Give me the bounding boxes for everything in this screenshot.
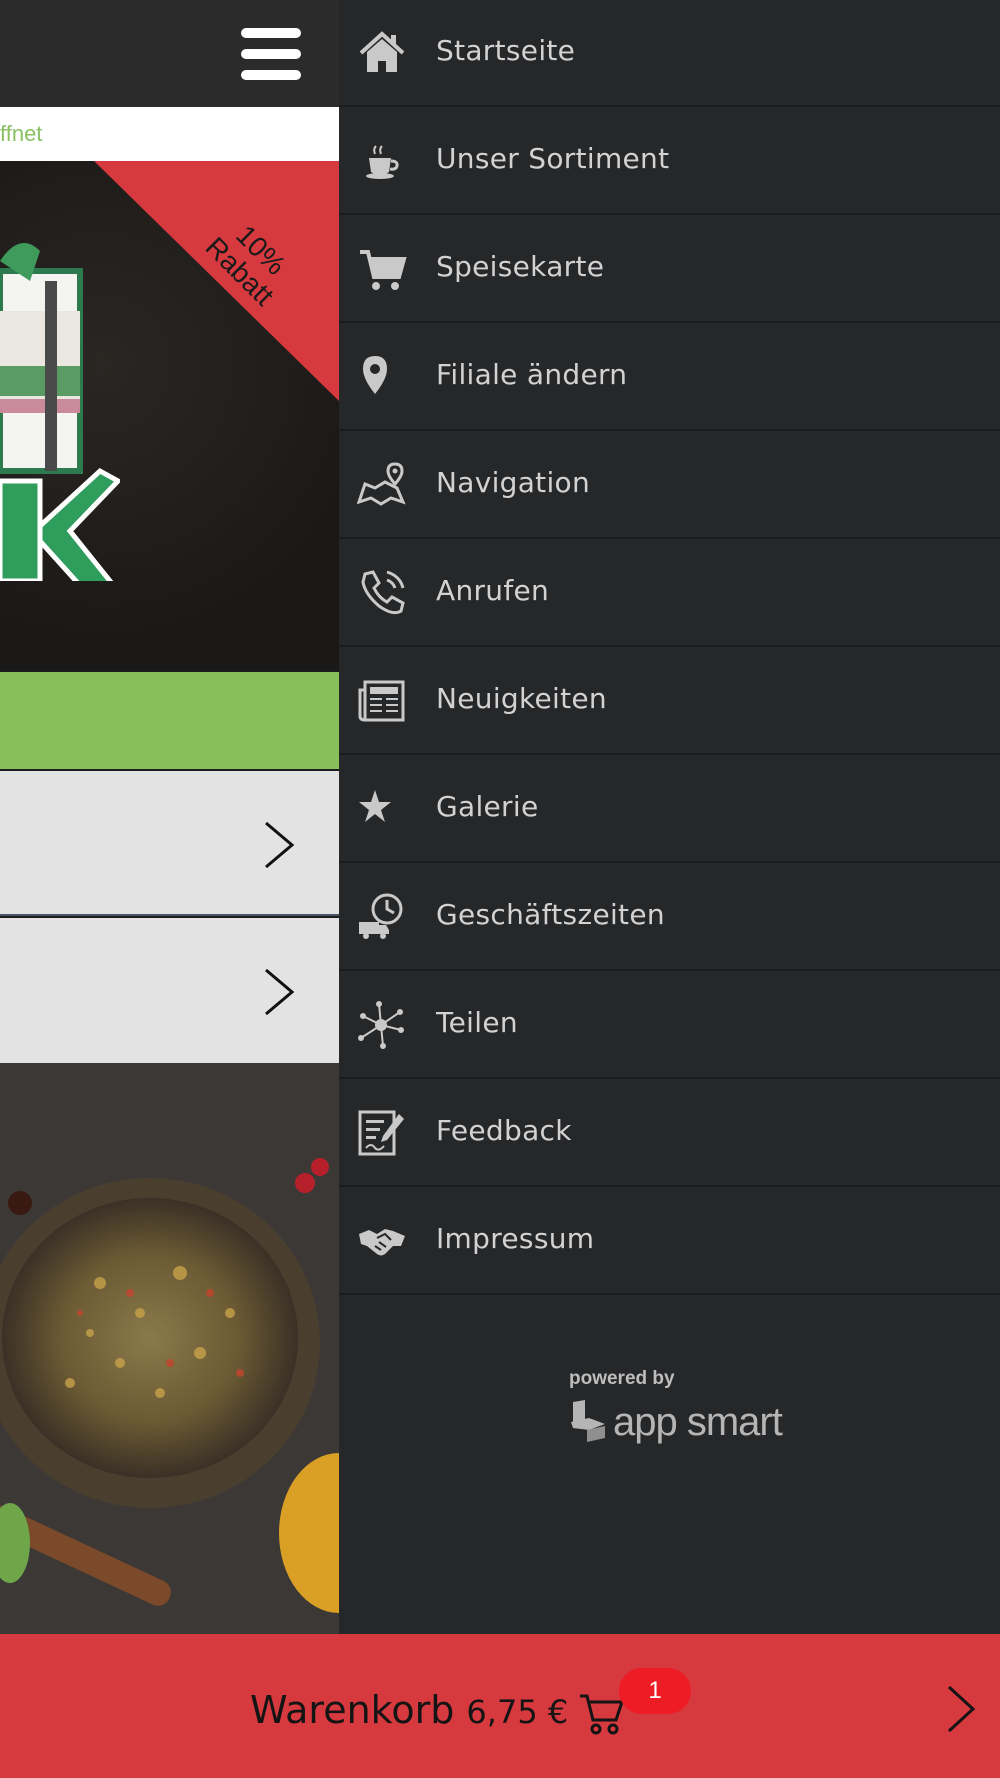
menu-item-label: Navigation [436,466,591,499]
green-action-bar[interactable] [0,672,339,769]
cart-icon [360,250,407,290]
menu-item-speisekarte[interactable]: Speisekarte [339,216,1000,323]
menu-item-geschaeftszeiten[interactable]: Geschäftszeiten [339,864,1000,971]
map-icon [357,462,406,506]
hamburger-line [241,49,301,59]
menu-item-label: Filiale ändern [436,358,628,391]
menu-item-label: Anrufen [436,574,550,607]
coffee-cup-icon [366,145,399,179]
feedback-icon [358,1110,404,1156]
menu-item-label: Geschäftszeiten [436,898,665,931]
list-item[interactable] [0,918,339,1063]
chevron-right-icon [265,821,295,869]
menu-item-navigation[interactable]: Navigation [339,432,1000,539]
menu-item-anrufen[interactable]: Anrufen [339,540,1000,647]
spices-photo [0,1063,339,1634]
menu-item-label: Speisekarte [436,250,605,283]
map-pin-icon [363,356,387,394]
menu-item-startseite[interactable]: Startseite [339,0,1000,107]
menu-item-label: Feedback [436,1114,572,1147]
store-banner: 10% Rabatt [0,161,339,670]
menu-item-label: Neuigkeiten [436,682,607,715]
share-icon [358,1001,404,1049]
open-status-bar: ffnet [0,107,339,161]
clock-truck-icon [359,893,403,939]
menu-item-label: Unser Sortiment [436,142,670,175]
appsmart-logo-icon [571,1400,605,1442]
chevron-right-icon [947,1685,976,1733]
chevron-right-icon [265,968,295,1016]
phone-icon [361,570,405,615]
appsmart-wordmark: app smart [613,1400,783,1444]
home-icon [359,31,405,72]
menu-item-label: Startseite [436,34,576,67]
cart-bar[interactable]: Warenkorb 6,75 € 1 [0,1634,1000,1778]
menu-item-filiale-aendern[interactable]: Filiale ändern [339,324,1000,431]
cart-total: 6,75 € [466,1693,569,1731]
menu-toggle-button[interactable] [241,28,301,80]
main-content-pushed: ffnet 10% Rabatt [0,0,339,1634]
top-bar [0,0,339,107]
menu-item-galerie[interactable]: Galerie [339,756,1000,863]
menu-item-label: Impressum [436,1222,595,1255]
open-status-text: ffnet [0,121,43,146]
powered-by-appsmart[interactable]: powered by app smart [569,1368,789,1450]
side-drawer-menu: Startseite Unser Sortiment Speisekarte F… [339,0,1000,1634]
list-item[interactable] [0,771,339,916]
menu-item-impressum[interactable]: Impressum [339,1188,1000,1295]
menu-item-label: Galerie [436,790,539,823]
menu-item-label: Teilen [436,1006,518,1039]
menu-item-unser-sortiment[interactable]: Unser Sortiment [339,108,1000,215]
hamburger-line [241,28,301,38]
powered-by-label: powered by [569,1368,675,1389]
hamburger-line [241,70,301,80]
menu-item-neuigkeiten[interactable]: Neuigkeiten [339,648,1000,755]
handshake-icon [359,1229,405,1256]
cart-label: Warenkorb [250,1688,455,1732]
star-icon [359,790,391,822]
cart-count-badge: 1 [619,1668,691,1714]
menu-item-feedback[interactable]: Feedback [339,1080,1000,1187]
menu-item-teilen[interactable]: Teilen [339,972,1000,1079]
newspaper-icon [358,680,405,722]
cart-summary: Warenkorb 6,75 € [250,1688,568,1732]
appsmart-logo: app smart [569,1394,789,1450]
spices-image [0,1063,339,1634]
